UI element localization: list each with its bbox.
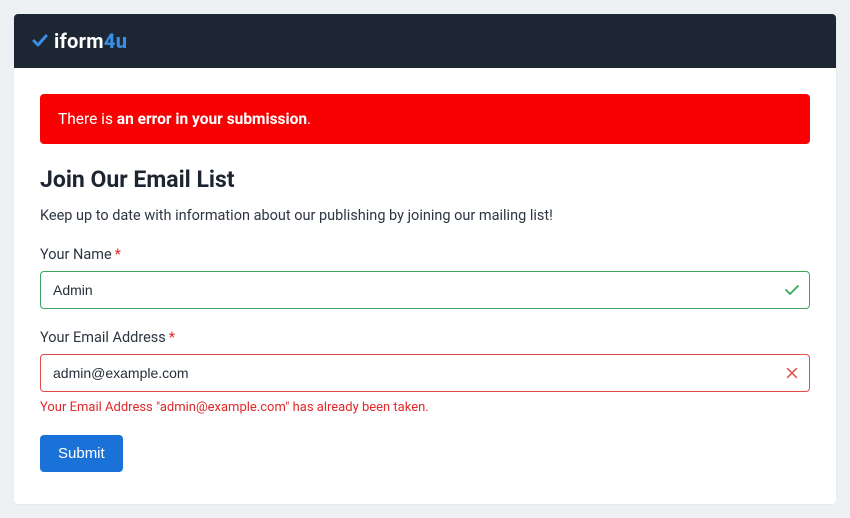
email-label: Your Email Address* — [40, 329, 810, 346]
error-alert: There is an error in your submission. — [40, 94, 810, 144]
email-input-wrap — [40, 354, 810, 392]
brand-name-part1: iform — [54, 29, 104, 53]
email-label-text: Your Email Address — [40, 329, 166, 346]
required-star: * — [115, 246, 121, 263]
page-subtitle: Keep up to date with information about o… — [40, 207, 810, 224]
page-title: Join Our Email List — [40, 166, 810, 193]
email-field-group: Your Email Address* Your Email Address "… — [40, 329, 810, 415]
email-error-text: Your Email Address "admin@example.com" h… — [40, 400, 810, 415]
check-icon — [784, 282, 800, 298]
error-alert-suffix: . — [307, 110, 311, 128]
name-input-wrap — [40, 271, 810, 309]
email-input[interactable] — [40, 354, 810, 392]
check-icon — [32, 33, 48, 49]
name-field-group: Your Name* — [40, 246, 810, 309]
error-alert-bold: an error in your submission — [117, 110, 307, 128]
brand-name-part2: 4u — [104, 29, 127, 53]
submit-button[interactable]: Submit — [40, 435, 123, 472]
close-icon — [784, 365, 800, 381]
name-input[interactable] — [40, 271, 810, 309]
required-star: * — [169, 329, 175, 346]
header-bar: iform4u — [14, 14, 836, 68]
brand-logo[interactable]: iform4u — [32, 29, 127, 53]
app-card: iform4u There is an error in your submis… — [14, 14, 836, 504]
name-label-text: Your Name — [40, 246, 112, 263]
name-label: Your Name* — [40, 246, 810, 263]
content-area: There is an error in your submission. Jo… — [14, 68, 836, 492]
error-alert-prefix: There is — [58, 110, 117, 128]
